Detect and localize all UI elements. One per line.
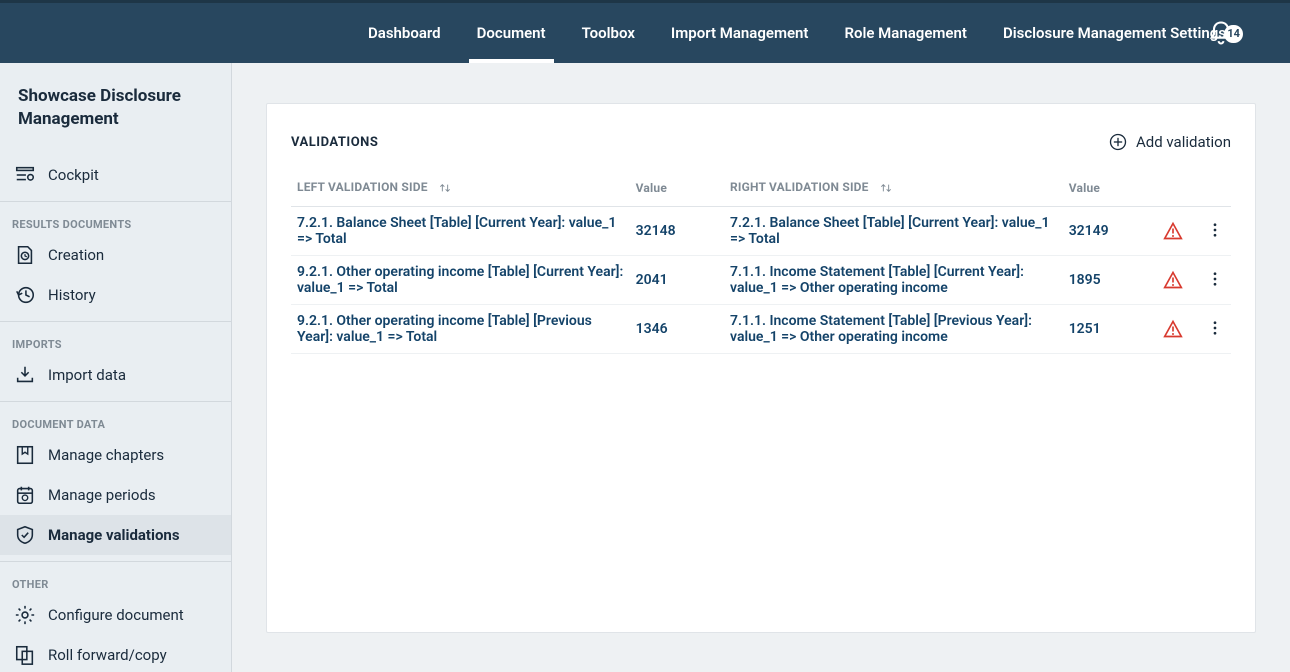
sidebar-item-label: Manage periods: [48, 486, 156, 504]
card-title: VALIDATIONS: [291, 135, 378, 150]
cell-value-right: 1895: [1063, 256, 1157, 305]
sidebar-item-label: Manage chapters: [48, 446, 164, 464]
nav-item-toolbox[interactable]: Toolbox: [564, 3, 653, 63]
sidebar-section: OTHER Configure document Roll forward/copy…: [0, 561, 231, 672]
main-content: VALIDATIONS Add validation LEFT VALIDATI…: [232, 63, 1290, 672]
col-left-header[interactable]: LEFT VALIDATION SIDE: [291, 170, 630, 207]
sidebar-item-manage-periods[interactable]: Manage periods: [0, 475, 231, 515]
nav-item-disclosure-management-settings[interactable]: Disclosure Management Settings: [985, 3, 1244, 63]
nav-item-document[interactable]: Document: [459, 3, 564, 63]
warning-icon[interactable]: [1157, 305, 1198, 354]
header-bar: DashboardDocumentToolboxImport Managemen…: [0, 0, 1290, 63]
import-icon: [14, 364, 36, 386]
warning-icon[interactable]: [1157, 256, 1198, 305]
sidebar-item-label: Cockpit: [48, 166, 99, 184]
row-menu-button[interactable]: [1205, 220, 1225, 240]
cell-right[interactable]: 7.1.1. Income Statement [Table] [Current…: [724, 256, 1063, 305]
sidebar-item-label: Creation: [48, 246, 104, 264]
sidebar-item-label: History: [48, 286, 96, 304]
cell-right[interactable]: 7.1.1. Income Statement [Table] [Previou…: [724, 305, 1063, 354]
sidebar-item-label: Roll forward/copy: [48, 646, 167, 664]
sort-icon: [878, 180, 894, 196]
app-title: Showcase Disclosure Management: [0, 81, 231, 149]
nav-item-dashboard[interactable]: Dashboard: [350, 3, 459, 63]
row-menu-button[interactable]: [1205, 318, 1225, 338]
nav-item-role-management[interactable]: Role Management: [826, 3, 984, 63]
cell-value-left: 32148: [630, 207, 724, 256]
col-right-header[interactable]: RIGHT VALIDATION SIDE: [724, 170, 1063, 207]
col-val2-header[interactable]: Value: [1063, 170, 1157, 207]
add-validation-button[interactable]: Add validation: [1108, 132, 1231, 152]
nav-item-import-management[interactable]: Import Management: [653, 3, 827, 63]
table-row: 9.2.1. Other operating income [Table] [C…: [291, 256, 1231, 305]
table-row: 9.2.1. Other operating income [Table] [P…: [291, 305, 1231, 354]
sidebar-item-configure-document[interactable]: Configure document: [0, 595, 231, 635]
sidebar-item-cockpit[interactable]: Cockpit: [0, 155, 231, 195]
sidebar-section-header: IMPORTS: [0, 328, 231, 355]
sidebar-section: Cockpit: [0, 149, 231, 201]
row-menu-button[interactable]: [1205, 269, 1225, 289]
notifications-button[interactable]: 14: [1207, 19, 1235, 47]
cell-left[interactable]: 9.2.1. Other operating income [Table] [P…: [291, 305, 630, 354]
col-val1-header[interactable]: Value: [630, 170, 724, 207]
add-validation-label: Add validation: [1136, 133, 1231, 151]
sidebar-item-roll-forward-copy[interactable]: Roll forward/copy: [0, 635, 231, 672]
rollforward-icon: [14, 644, 36, 666]
periods-icon: [14, 484, 36, 506]
cell-right[interactable]: 7.2.1. Balance Sheet [Table] [Current Ye…: [724, 207, 1063, 256]
cell-left[interactable]: 9.2.1. Other operating income [Table] [C…: [291, 256, 630, 305]
history-icon: [14, 284, 36, 306]
sidebar-item-import-data[interactable]: Import data: [0, 355, 231, 395]
creation-icon: [14, 244, 36, 266]
cockpit-icon: [14, 164, 36, 186]
cell-value-right: 32149: [1063, 207, 1157, 256]
notifications-count: 14: [1224, 25, 1243, 43]
chapters-icon: [14, 444, 36, 466]
sidebar-section-header: OTHER: [0, 568, 231, 595]
sidebar-item-label: Manage validations: [48, 526, 180, 544]
cell-value-right: 1251: [1063, 305, 1157, 354]
configure-icon: [14, 604, 36, 626]
warning-icon[interactable]: [1157, 207, 1198, 256]
cell-value-left: 2041: [630, 256, 724, 305]
cell-left[interactable]: 7.2.1. Balance Sheet [Table] [Current Ye…: [291, 207, 630, 256]
sidebar: Showcase Disclosure Management Cockpit RE…: [0, 63, 232, 672]
sort-icon: [437, 180, 453, 196]
main-nav: DashboardDocumentToolboxImport Managemen…: [350, 3, 1244, 63]
sidebar-section-header: RESULTS DOCUMENTS: [0, 208, 231, 235]
sidebar-item-label: Import data: [48, 366, 126, 384]
sidebar-item-manage-validations[interactable]: Manage validations: [0, 515, 231, 555]
cell-value-left: 1346: [630, 305, 724, 354]
sidebar-section: RESULTS DOCUMENTS Creation History: [0, 201, 231, 321]
plus-circle-icon: [1108, 132, 1128, 152]
sidebar-item-manage-chapters[interactable]: Manage chapters: [0, 435, 231, 475]
sidebar-section: IMPORTS Import data: [0, 321, 231, 401]
sidebar-item-label: Configure document: [48, 606, 184, 624]
sidebar-section: DOCUMENT DATA Manage chapters Manage perio…: [0, 401, 231, 561]
validations-table: LEFT VALIDATION SIDE Value RIGHT VALIDAT…: [291, 170, 1231, 354]
validations-icon: [14, 524, 36, 546]
sidebar-item-history[interactable]: History: [0, 275, 231, 315]
table-row: 7.2.1. Balance Sheet [Table] [Current Ye…: [291, 207, 1231, 256]
validations-card: VALIDATIONS Add validation LEFT VALIDATI…: [266, 103, 1256, 633]
sidebar-item-creation[interactable]: Creation: [0, 235, 231, 275]
sidebar-section-header: DOCUMENT DATA: [0, 408, 231, 435]
